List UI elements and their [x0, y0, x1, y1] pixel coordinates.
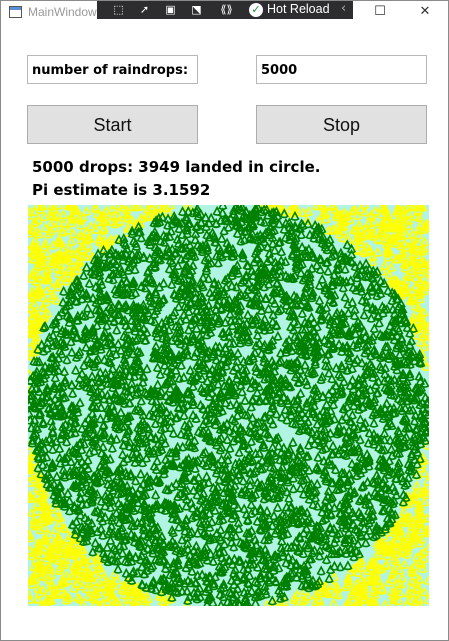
- window-title: MainWindow: [28, 5, 97, 19]
- binding-icon[interactable]: ⟪⟫: [219, 3, 234, 17]
- select-element-icon[interactable]: ⬚: [111, 3, 126, 17]
- maximize-button[interactable]: ☐: [357, 1, 403, 23]
- app-icon: [9, 6, 22, 18]
- title-bar: MainWindow ⬚ ➚ ▣ ⬔ ⟪⟫ ✓ Hot Reload ‹ ☐ ✕: [1, 1, 448, 23]
- main-window: MainWindow ⬚ ➚ ▣ ⬔ ⟪⟫ ✓ Hot Reload ‹ ☐ ✕…: [0, 0, 449, 641]
- close-button[interactable]: ✕: [402, 1, 448, 23]
- raindrop-canvas: [28, 205, 429, 606]
- raindrops-input[interactable]: 5000: [256, 55, 427, 84]
- cursor-icon[interactable]: ➚: [137, 3, 152, 17]
- inside-drops: [28, 205, 429, 606]
- display-layout-icon[interactable]: ▣: [163, 3, 178, 17]
- stop-button[interactable]: Stop: [256, 105, 427, 144]
- chevron-left-icon[interactable]: ‹: [341, 1, 346, 16]
- hot-reload-toolbar: ⬚ ➚ ▣ ⬔ ⟪⟫ ✓ Hot Reload ‹: [97, 1, 353, 19]
- hot-reload-check-icon: ✓: [249, 3, 263, 17]
- raindrops-label-field: number of raindrops:: [27, 55, 198, 84]
- start-button[interactable]: Start: [27, 105, 198, 144]
- hot-reload-label[interactable]: Hot Reload: [267, 2, 330, 16]
- track-focus-icon[interactable]: ⬔: [189, 3, 204, 17]
- pi-estimate: Pi estimate is 3.1592: [32, 181, 211, 199]
- result-summary: 5000 drops: 3949 landed in circle.: [32, 158, 321, 176]
